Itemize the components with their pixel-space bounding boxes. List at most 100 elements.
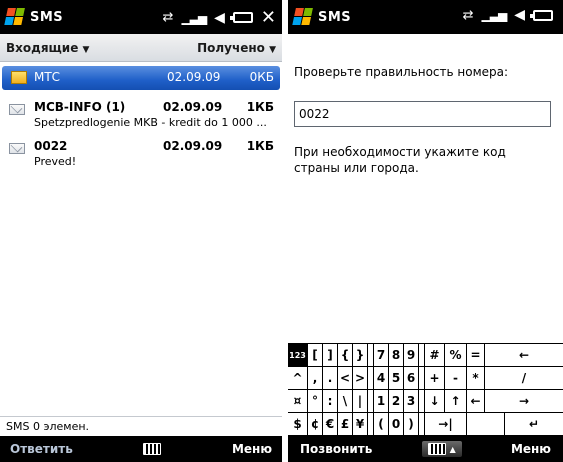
key[interactable]: → (485, 390, 563, 412)
message-row[interactable]: MCB-INFO (1) 02.09.09 1КБ Spetzpredlogen… (0, 98, 282, 139)
key[interactable]: < (338, 367, 353, 389)
key[interactable]: ^ (288, 367, 308, 389)
menu-softkey[interactable]: Меню (511, 442, 551, 456)
windows-logo-icon[interactable] (292, 8, 314, 26)
message-row[interactable]: 0022 02.09.09 1КБ Preved! (0, 137, 282, 178)
signal-icon[interactable]: ▁▃▅ (482, 8, 508, 22)
list-header: Входящие ▼ Получено ▼ (0, 34, 282, 62)
key[interactable]: 9 (404, 344, 419, 366)
volume-icon[interactable]: ◀ (214, 10, 225, 26)
system-tray: ⇄ ▁▃▅ ◀ ✕ (163, 7, 276, 28)
sort-dropdown[interactable]: Получено ▼ (197, 41, 276, 55)
keyboard-icon[interactable] (143, 443, 162, 455)
key[interactable]: ← (467, 390, 485, 412)
key[interactable]: # (425, 344, 445, 366)
windows-logo-icon[interactable] (4, 8, 26, 26)
key[interactable]: ( (374, 413, 389, 435)
app-title: SMS (318, 9, 352, 25)
key[interactable]: 8 (389, 344, 404, 366)
key[interactable]: : (323, 390, 338, 412)
call-softkey[interactable]: Позвонить (300, 442, 372, 456)
phone-number-input[interactable] (294, 101, 551, 127)
key[interactable]: . (323, 367, 338, 389)
title-bar: SMS ⇄ ▁▃▅ ◀ (288, 0, 563, 34)
folder-dropdown[interactable]: Входящие ▼ (6, 41, 89, 55)
key[interactable]: \ (338, 390, 353, 412)
key[interactable]: 3 (404, 390, 419, 412)
key[interactable]: } (353, 344, 368, 366)
spacer-key[interactable] (467, 413, 505, 435)
key[interactable]: 5 (389, 367, 404, 389)
message-size: 1КБ (246, 100, 274, 114)
envelope-icon (9, 143, 25, 154)
key[interactable]: = (467, 344, 485, 366)
key[interactable]: > (353, 367, 368, 389)
key[interactable]: ) (404, 413, 419, 435)
key[interactable]: { (338, 344, 353, 366)
envelope-icon (9, 104, 25, 115)
hint-line-1: При необходимости укажите код (294, 145, 506, 159)
message-date: 02.09.09 (167, 70, 221, 84)
key[interactable]: [ (308, 344, 323, 366)
chevron-down-icon: ▼ (82, 44, 90, 55)
key[interactable]: % (445, 344, 467, 366)
chevron-down-icon: ▼ (269, 44, 276, 55)
key[interactable]: 1 (374, 390, 389, 412)
on-screen-keyboard: 123 [ ] { } 7 8 9 # % = ← ^ , . < > 4 5 … (288, 343, 563, 436)
message-size: 1КБ (246, 139, 274, 153)
key[interactable]: 4 (374, 367, 389, 389)
key[interactable]: ° (308, 390, 323, 412)
inbox-screen: SMS ⇄ ▁▃▅ ◀ ✕ Входящие ▼ Получено ▼ МТС … (0, 0, 282, 462)
key[interactable]: ↑ (445, 390, 467, 412)
keyboard-icon (427, 443, 446, 455)
close-icon[interactable]: ✕ (261, 7, 276, 28)
volume-icon[interactable]: ◀ (514, 7, 525, 23)
key[interactable]: * (467, 367, 485, 389)
title-bar: SMS ⇄ ▁▃▅ ◀ ✕ (0, 0, 282, 34)
message-size: 0КБ (249, 70, 274, 84)
message-date: 02.09.09 (163, 100, 223, 114)
menu-softkey[interactable]: Меню (232, 442, 272, 456)
key[interactable]: ¢ (308, 413, 323, 435)
softkey-bar: Позвонить ▲ Меню (288, 436, 563, 462)
key[interactable]: € (323, 413, 338, 435)
mode-key[interactable]: 123 (288, 344, 308, 366)
hint-line-2: страны или города. (294, 161, 419, 175)
connectivity-icon[interactable]: ⇄ (163, 10, 174, 25)
key[interactable]: 7 (374, 344, 389, 366)
key[interactable]: , (308, 367, 323, 389)
key[interactable]: / (485, 367, 563, 389)
battery-icon[interactable] (229, 12, 253, 23)
message-sender: МТС (34, 70, 61, 84)
enter-key[interactable]: ↵ (505, 413, 563, 435)
backspace-key[interactable]: ← (485, 344, 563, 366)
key[interactable]: ¥ (353, 413, 368, 435)
battery-icon[interactable] (530, 9, 553, 21)
keyboard-toggle[interactable]: ▲ (421, 441, 462, 457)
key[interactable]: 6 (404, 367, 419, 389)
message-preview: Spetzpredlogenie MKB - kredit do 1 000 .… (34, 116, 267, 129)
connectivity-icon[interactable]: ⇄ (463, 8, 474, 23)
message-preview: Preved! (34, 155, 77, 168)
status-bar: SMS 0 элемен. (0, 416, 282, 436)
key[interactable]: $ (288, 413, 308, 435)
key[interactable]: + (425, 367, 445, 389)
keyboard-row-3: ¤ ° : \ | 1 2 3 ↓ ↑ ← → (288, 390, 563, 413)
reply-softkey[interactable]: Ответить (10, 442, 73, 456)
key[interactable]: 2 (389, 390, 404, 412)
keyboard-row-4: $ ¢ € £ ¥ ( 0 ) →| ↵ (288, 413, 563, 436)
tab-key[interactable]: →| (425, 413, 467, 435)
key[interactable]: ↓ (425, 390, 445, 412)
key[interactable]: 0 (389, 413, 404, 435)
message-sender: MCB-INFO (1) (34, 100, 126, 114)
app-title: SMS (30, 9, 64, 25)
verify-number-label: Проверьте правильность номера: (294, 65, 509, 79)
signal-icon[interactable]: ▁▃▅ (181, 11, 207, 25)
key[interactable]: £ (338, 413, 353, 435)
message-date: 02.09.09 (163, 139, 223, 153)
message-row-selected[interactable]: МТС 02.09.09 0КБ (2, 66, 280, 90)
key[interactable]: ] (323, 344, 338, 366)
key[interactable]: | (353, 390, 368, 412)
key[interactable]: ¤ (288, 390, 308, 412)
key[interactable]: - (445, 367, 467, 389)
